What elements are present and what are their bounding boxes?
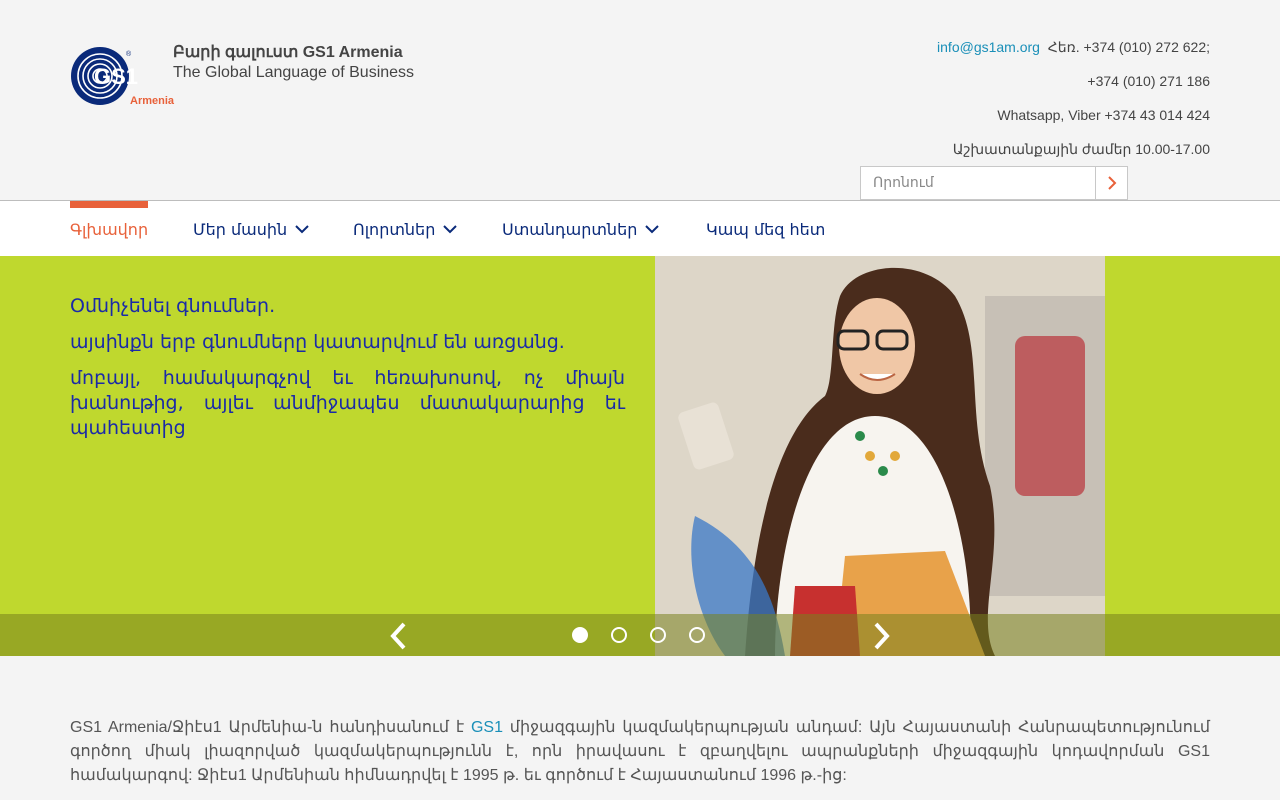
gs1-link[interactable]: GS1 xyxy=(471,719,503,736)
slider-dots xyxy=(572,627,728,643)
nav-item-label: Ոլորտներ xyxy=(353,219,436,239)
slider-dot-2[interactable] xyxy=(611,627,627,643)
gs1-logo[interactable]: GS1 ® Armenia xyxy=(70,46,185,112)
hero-line-3: մոբայլ, համակարգչով եւ հեռախոսով, ոչ միա… xyxy=(70,367,625,439)
hero-line-1: Օմնիչենել գնումներ. xyxy=(70,295,276,317)
welcome-block: Բարի գալուստ GS1 Armenia The Global Lang… xyxy=(173,42,414,82)
hero-image xyxy=(655,256,1105,656)
phone-2: +374 (010) 271 186 xyxy=(1087,73,1210,89)
chevron-down-icon xyxy=(295,224,309,234)
slider-next-button[interactable] xyxy=(866,621,896,651)
contact-info: info@gs1am.org Հեռ. +374 (010) 272 622; … xyxy=(937,38,1210,174)
chevron-down-icon xyxy=(645,224,660,234)
intro-text-start: GS1 Armenia/Ջիէս1 Արմենիա-ն հանդիսանում … xyxy=(70,719,471,736)
phone-1: Հեռ. +374 (010) 272 622; xyxy=(1047,39,1210,55)
nav-item-industries[interactable]: Ոլորտներ xyxy=(353,201,458,257)
main-nav: Գլխավոր Մեր մասին Ոլորտներ Ստանդարտներ Կ… xyxy=(0,200,1280,256)
chevron-left-icon xyxy=(390,622,406,650)
messenger-phone: Whatsapp, Viber +374 43 014 424 xyxy=(997,107,1210,123)
hero-slider: Օմնիչենել գնումներ. այսինքն երբ գնումներ… xyxy=(0,256,1280,656)
nav-item-home[interactable]: Գլխավոր xyxy=(70,201,149,257)
hero-text: Օմնիչենել գնումներ. այսինքն երբ գնումներ… xyxy=(70,294,625,452)
nav-item-label: Կապ մեզ հետ xyxy=(706,219,826,239)
chevron-right-icon xyxy=(874,622,890,650)
nav-item-about[interactable]: Մեր մասին xyxy=(193,201,309,257)
search-box xyxy=(860,166,1128,200)
chevron-down-icon xyxy=(443,224,458,234)
nav-item-contact[interactable]: Կապ մեզ հետ xyxy=(706,201,825,257)
slider-dot-3[interactable] xyxy=(650,627,666,643)
nav-item-label: Մեր մասին xyxy=(193,219,288,239)
slider-dot-4[interactable] xyxy=(689,627,705,643)
search-button[interactable] xyxy=(1095,167,1127,199)
email-link[interactable]: info@gs1am.org xyxy=(937,39,1040,55)
header: GS1 ® Armenia Բարի գալուստ GS1 Armenia T… xyxy=(0,0,1280,200)
svg-text:®: ® xyxy=(126,50,132,58)
hero-line-2: այսինքն երբ գնումները կատարվում են առցան… xyxy=(70,331,565,353)
site-title: Բարի գալուստ GS1 Armenia xyxy=(173,44,403,61)
nav-item-standards[interactable]: Ստանդարտներ xyxy=(502,201,660,257)
nav-item-label: Գլխավոր xyxy=(70,219,149,239)
slider-prev-button[interactable] xyxy=(384,621,414,651)
logo-sub: Armenia xyxy=(130,95,175,107)
slider-dot-1[interactable] xyxy=(572,627,588,643)
contact-line-1: info@gs1am.org Հեռ. +374 (010) 272 622; xyxy=(937,38,1210,72)
intro-paragraph: GS1 Armenia/Ջիէս1 Արմենիա-ն հանդիսանում … xyxy=(70,716,1210,788)
site-subtitle: The Global Language of Business xyxy=(173,64,415,81)
search-input[interactable] xyxy=(861,167,1095,199)
logo-text: GS1 xyxy=(94,64,138,89)
chevron-right-icon xyxy=(1107,176,1116,190)
nav-item-label: Ստանդարտներ xyxy=(502,219,638,239)
